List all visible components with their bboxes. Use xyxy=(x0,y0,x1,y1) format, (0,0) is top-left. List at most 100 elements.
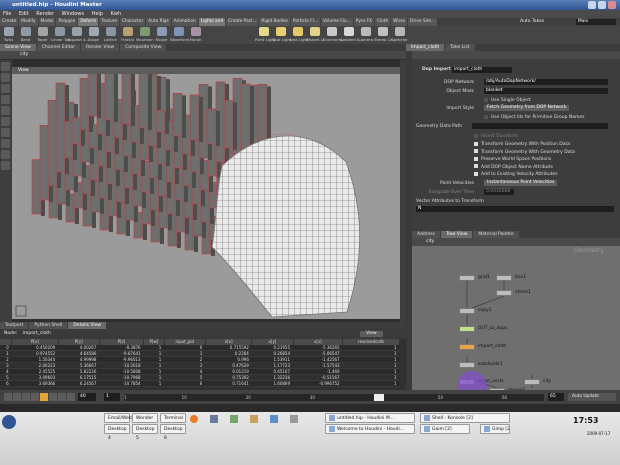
take-selector[interactable]: Main xyxy=(576,19,616,25)
clock[interactable]: 17:53 xyxy=(573,416,598,425)
shelf-tab-8[interactable]: Animation xyxy=(171,18,198,26)
playback-first-frame-icon[interactable] xyxy=(4,393,12,401)
param-check-1[interactable]: Transform Geometry With Geometry Data xyxy=(474,149,575,157)
checkbox-checked-icon[interactable] xyxy=(474,141,478,146)
shelf-tab-14[interactable]: Pyro FX xyxy=(353,18,374,26)
network-view[interactable]: city Geometry grid1 box1 xform1 copy1 OUT_to… xyxy=(412,238,620,390)
shelf-tool-23[interactable]: Switcher xyxy=(391,26,408,44)
shelf-tool-6[interactable]: Lattice xyxy=(102,26,119,44)
frame-field[interactable]: 40 xyxy=(78,393,96,401)
scene-tab-0[interactable]: Scene View xyxy=(0,44,36,51)
checkbox-icon[interactable] xyxy=(474,133,478,138)
shelf-tool-4[interactable]: Squash a... xyxy=(68,26,89,44)
handle-tool-icon[interactable] xyxy=(1,106,10,115)
menu-edit[interactable]: Edit xyxy=(19,11,29,17)
playback-stop-icon[interactable] xyxy=(40,393,48,401)
shelf-tool-7[interactable]: Fractal xyxy=(119,26,136,44)
shelf-tab-2[interactable]: Model xyxy=(38,18,56,26)
select-tool-icon[interactable] xyxy=(1,62,10,71)
spreadsheet-view-menu[interactable]: View xyxy=(360,331,383,337)
desktop-1[interactable]: Desktop 5 xyxy=(132,424,158,441)
node-body[interactable] xyxy=(459,362,475,368)
playback-prev-key-icon[interactable] xyxy=(13,393,21,401)
quick-launch-2[interactable]: Terminal xyxy=(160,413,186,423)
param-check-2[interactable]: Preserve World Space Positions xyxy=(474,156,575,164)
shelf-tab-9[interactable]: Lights and xyxy=(198,18,226,26)
table-row[interactable]: 6 3.69366 6.24567 -10.7854 1 6 0.71641 1.60869-… xyxy=(0,380,400,387)
node-body[interactable] xyxy=(524,379,540,385)
shelf-tab-10[interactable]: Create Part... xyxy=(226,18,259,26)
shelf-tab-12[interactable]: Particle Fl... xyxy=(290,18,320,26)
network-tab-1[interactable]: Tree View xyxy=(440,231,473,238)
menu-windows[interactable]: Windows xyxy=(62,11,84,17)
end-frame-field[interactable]: 65 xyxy=(548,393,564,401)
playback-play-icon[interactable] xyxy=(49,393,57,401)
details-tab-0[interactable]: Textport xyxy=(0,322,29,329)
param-check-3[interactable]: Add DOP Object Name Attribute xyxy=(474,164,575,172)
scene-tab-1[interactable]: Channel Editor xyxy=(36,44,81,51)
firefox-icon[interactable] xyxy=(190,415,198,423)
param-vector-attributes-field[interactable]: N xyxy=(416,206,614,212)
browser-icon[interactable] xyxy=(270,415,278,423)
scene-tab-2[interactable]: Render View xyxy=(81,44,120,51)
minimize-button[interactable] xyxy=(588,1,596,9)
playback-next-key-icon[interactable] xyxy=(67,393,75,401)
shelf-tool-20[interactable]: Ambient L... xyxy=(340,26,363,44)
checkbox-checked-icon[interactable] xyxy=(474,171,478,176)
param-check-4[interactable]: Add to Existing Velocity Attributes xyxy=(474,171,575,179)
auto-takes-label[interactable]: Auto Takes xyxy=(520,18,544,26)
shelf-tool-5[interactable]: Bulge xyxy=(85,26,102,44)
node-body[interactable] xyxy=(459,275,475,281)
param-tab-0[interactable]: Import_cloth xyxy=(406,44,445,51)
shelf-tool-18[interactable]: Distant Li... xyxy=(306,26,328,44)
timeline-track[interactable]: 1102030405060 xyxy=(124,394,544,401)
menu-render[interactable]: Render xyxy=(36,11,54,17)
media-icon[interactable] xyxy=(230,415,238,423)
viewport-path[interactable]: city xyxy=(20,52,28,57)
shelf-tool-1[interactable]: Bend xyxy=(17,26,34,44)
shelf-tab-13[interactable]: Volume Flu... xyxy=(320,18,353,26)
node-body[interactable] xyxy=(459,344,475,350)
menu-help[interactable]: Help xyxy=(92,11,103,17)
auto-update-menu[interactable]: Auto Update xyxy=(568,393,616,401)
param-dop-network-field[interactable]: /obj/AutoDopNetwork/ xyxy=(484,79,608,85)
shelf-tool-11[interactable]: Morph xyxy=(187,26,204,44)
node-body[interactable] xyxy=(496,275,512,281)
scale-tool-icon[interactable] xyxy=(1,95,10,104)
playback-step-forward-icon[interactable] xyxy=(58,393,66,401)
playback-play-back-icon[interactable] xyxy=(31,393,39,401)
param-node-name[interactable]: import_cloth xyxy=(452,66,512,73)
start-menu-icon[interactable] xyxy=(2,415,16,429)
param-use-object-ids[interactable]: Use Object Ids for Primitive Group Names xyxy=(484,114,585,121)
param-import-style-menu[interactable]: Fetch Geometry from DOP Network xyxy=(484,105,570,111)
view-tool-icon[interactable] xyxy=(1,128,10,137)
pose-tool-icon[interactable] xyxy=(1,117,10,126)
taskbar-app-0[interactable]: untitled.hip - Houdini M... xyxy=(325,413,415,423)
taskbar-app-3[interactable]: Welcome to Houdini - Houdi... xyxy=(325,424,415,434)
param-geometry-path-field[interactable] xyxy=(472,123,608,129)
param-invert-transform[interactable]: Invert Transform xyxy=(474,133,518,140)
desktop-0[interactable]: Desktop 4 xyxy=(104,424,130,441)
shelf-tab-11[interactable]: Rigid Bodies xyxy=(259,18,290,26)
snap-tool-icon[interactable] xyxy=(1,139,10,148)
camera-tool-icon[interactable] xyxy=(1,161,10,170)
shelf-tool-0[interactable]: Twist xyxy=(0,26,17,44)
shelf-tool-9[interactable]: Ripple xyxy=(153,26,170,44)
menu-file[interactable]: File xyxy=(3,11,11,17)
shelf-tool-21[interactable]: Camera xyxy=(357,26,374,44)
shelf-tool-8[interactable]: Mountain xyxy=(136,26,154,44)
scene-tab-3[interactable]: Composite View xyxy=(120,44,167,51)
node-body[interactable] xyxy=(459,326,475,332)
shelf-tool-15[interactable]: Point Light xyxy=(255,26,275,44)
app-launcher-icon[interactable] xyxy=(210,415,218,423)
files-icon[interactable] xyxy=(250,415,258,423)
shelf-tab-4[interactable]: Deform xyxy=(78,18,99,26)
shelf-tab-16[interactable]: Wires xyxy=(391,18,408,26)
network-tab-0[interactable]: Address xyxy=(412,231,440,238)
maximize-button[interactable] xyxy=(598,1,606,9)
shelf-tool-3[interactable]: Linear Tap... xyxy=(51,26,74,44)
desktop-2[interactable]: Desktop 6 xyxy=(160,424,186,441)
details-tab-2[interactable]: Details View xyxy=(68,322,107,329)
details-tab-1[interactable]: Python Shell xyxy=(29,322,68,329)
shelf-tool-17[interactable]: Area Light xyxy=(289,26,308,44)
